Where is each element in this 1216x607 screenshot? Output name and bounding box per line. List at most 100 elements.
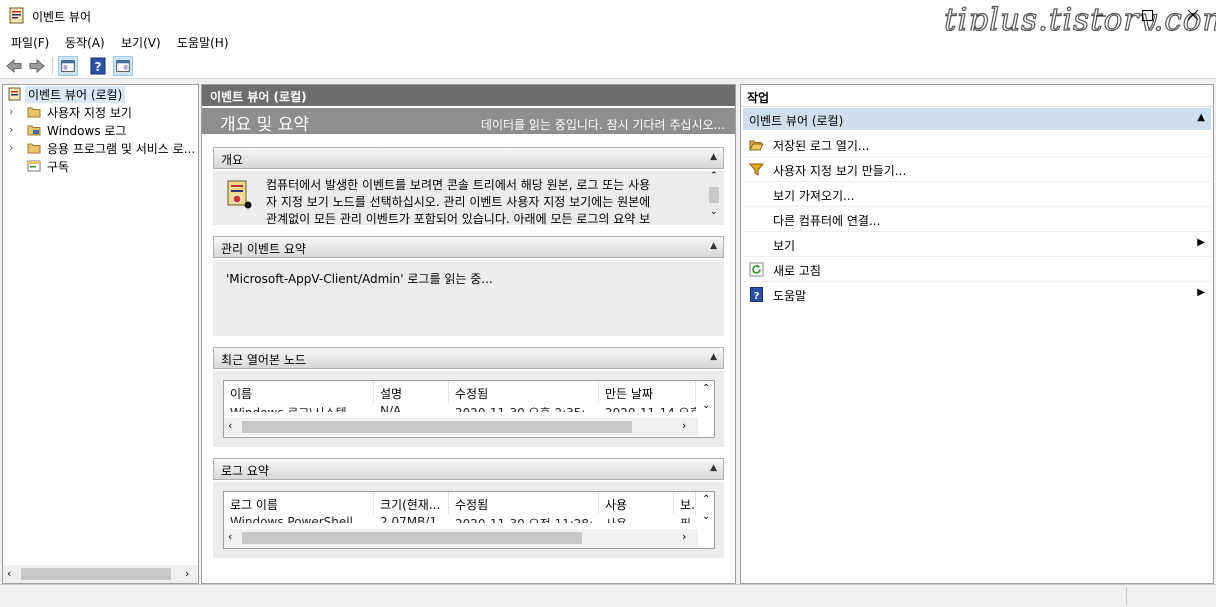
expand-arrow-icon[interactable]: ›	[9, 105, 19, 118]
scroll-right-icon[interactable]: ›	[185, 567, 189, 580]
help-icon: ?	[750, 287, 763, 302]
column-header[interactable]: 보...	[674, 492, 696, 514]
menu-file[interactable]: 파일(F)	[11, 34, 49, 51]
collapse-icon[interactable]: ▲	[710, 352, 717, 362]
overview-body: 컴퓨터에서 발생한 이벤트를 보려면 콘솔 트리에서 해당 원본, 로그 또는 …	[213, 171, 724, 226]
forward-arrow-icon[interactable]	[27, 56, 47, 76]
expand-arrow-icon[interactable]: ›	[9, 123, 19, 136]
scroll-down-icon[interactable]: ⌄	[702, 511, 710, 522]
grid-vertical-scrollbar[interactable]: ⌃ ⌄	[698, 492, 714, 529]
actions-pane: 작업 이벤트 뷰어 (로컬) ▲ 저장된 로그 열기... 사용자 지정 보기 …	[740, 84, 1214, 584]
admin-events-status: 'Microsoft-AppV-Client/Admin' 로그를 읽는 중..…	[226, 272, 493, 286]
collapse-icon[interactable]: ▲	[710, 241, 717, 251]
scroll-down-icon[interactable]: ⌄	[710, 207, 718, 217]
menu-action[interactable]: 동작(A)	[65, 34, 105, 51]
folder-icon	[27, 107, 41, 118]
grid-horizontal-scrollbar[interactable]: ‹ ›	[224, 529, 698, 547]
tree-item-apps-services[interactable]: › 응용 프로그램 및 서비스 로...	[3, 139, 198, 157]
folder-open-icon	[749, 140, 764, 151]
maximize-button[interactable]	[1124, 0, 1170, 31]
table-cell: 사용	[599, 515, 674, 523]
status-divider	[1126, 587, 1127, 605]
scroll-right-icon[interactable]: ›	[682, 419, 686, 432]
action-import-view[interactable]: 보기 가져오기...	[743, 182, 1211, 207]
show-console-tree-icon[interactable]	[58, 56, 78, 76]
expand-arrow-icon[interactable]: ›	[9, 141, 19, 154]
scroll-left-icon[interactable]: ‹	[7, 567, 11, 580]
event-viewer-app-icon	[9, 7, 24, 24]
recent-nodes-title: 최근 열어본 노드	[221, 353, 306, 367]
tree-item-label: 구독	[47, 160, 70, 174]
toolbar-separator	[52, 57, 53, 75]
minimize-button[interactable]	[1078, 0, 1124, 31]
table-row[interactable]: Windows 로그\시스템 N/A 2020-11-30 오후 2:35:..…	[224, 404, 696, 413]
tree-item-windows-logs[interactable]: › Windows 로그	[3, 121, 198, 139]
tree-horizontal-scrollbar[interactable]: ‹ ›	[3, 565, 198, 583]
console-tree: 이벤트 뷰어 (로컬) › 사용자 지정 보기 › Windows 로그 › 응…	[2, 84, 199, 584]
show-action-pane-icon[interactable]	[113, 56, 133, 76]
scroll-thumb[interactable]	[709, 187, 719, 203]
column-header[interactable]: 이름	[224, 381, 374, 403]
column-header[interactable]: 설명	[374, 381, 449, 403]
scroll-down-icon[interactable]: ⌄	[702, 400, 710, 411]
action-help[interactable]: ? 도움말 ▶	[743, 282, 1211, 307]
toolbar: ?	[0, 53, 1216, 79]
table-row[interactable]: Windows PowerShell 2.07MB/1... 2020-11-3…	[224, 515, 696, 524]
recent-nodes-body: 이름 설명 수정됨 만든 날짜 Windows 로그\시스템 N/A 2020-…	[213, 371, 724, 447]
column-header[interactable]: 수정됨	[449, 381, 599, 403]
menu-view[interactable]: 보기(V)	[121, 34, 161, 51]
table-cell: 2020-11-30 오후 2:35:...	[449, 404, 599, 412]
menu-bar: 파일(F) 동작(A) 보기(V) 도움말(H)	[0, 31, 1216, 53]
actions-group-title: 이벤트 뷰어 (로컬)	[749, 114, 844, 128]
action-label: 저장된 로그 열기...	[773, 139, 870, 153]
column-header[interactable]: 수정됨	[449, 492, 599, 514]
overview-section-header[interactable]: 개요 ▲	[213, 147, 724, 169]
overview-line: 관계없이 모든 관리 이벤트가 포함되어 있습니다. 아래에 모든 로그의 요약…	[266, 212, 651, 226]
action-create-custom-view[interactable]: 사용자 지정 보기 만들기...	[743, 157, 1211, 182]
scroll-left-icon[interactable]: ‹	[228, 419, 232, 432]
tree-item-subscriptions[interactable]: 구독	[3, 157, 198, 175]
admin-events-section-header[interactable]: 관리 이벤트 요약 ▲	[213, 236, 724, 258]
scroll-up-icon[interactable]: ⌃	[710, 171, 718, 181]
scroll-thumb[interactable]	[21, 568, 171, 580]
action-refresh[interactable]: 새로 고침	[743, 257, 1211, 282]
close-button[interactable]	[1170, 0, 1216, 31]
column-header[interactable]: 크기(현재...	[374, 492, 449, 514]
scroll-thumb[interactable]	[242, 532, 582, 544]
column-header[interactable]: 로그 이름	[224, 492, 374, 514]
overview-line: 컴퓨터에서 발생한 이벤트를 보려면 콘솔 트리에서 해당 원본, 로그 또는 …	[266, 178, 651, 192]
grid-vertical-scrollbar[interactable]: ⌃ ⌄	[698, 381, 714, 418]
back-arrow-icon[interactable]	[4, 56, 24, 76]
action-open-saved-log[interactable]: 저장된 로그 열기...	[743, 132, 1211, 157]
tree-item-label: 사용자 지정 보기	[47, 106, 132, 120]
collapse-icon[interactable]: ▲	[710, 463, 717, 473]
svg-text:?: ?	[95, 60, 102, 74]
scroll-left-icon[interactable]: ‹	[228, 530, 232, 543]
scroll-right-icon[interactable]: ›	[682, 530, 686, 543]
action-view[interactable]: 보기 ▶	[743, 232, 1211, 257]
folder-icon	[27, 143, 41, 154]
scroll-up-icon[interactable]: ⌃	[702, 494, 710, 505]
column-header[interactable]: 만든 날짜	[599, 381, 696, 403]
log-summary-grid: 로그 이름 크기(현재... 수정됨 사용 보... Windows Power…	[223, 491, 715, 549]
scroll-up-icon[interactable]: ⌃	[702, 383, 710, 394]
tree-root-label: 이벤트 뷰어 (로컬)	[25, 86, 126, 103]
actions-group-header[interactable]: 이벤트 뷰어 (로컬) ▲	[743, 108, 1211, 130]
menu-help[interactable]: 도움말(H)	[177, 34, 229, 51]
action-label: 새로 고침	[773, 264, 821, 278]
overview-vertical-scrollbar[interactable]: ⌃ ⌄	[707, 171, 721, 221]
action-connect-computer[interactable]: 다른 컴퓨터에 연결...	[743, 207, 1211, 232]
tree-root[interactable]: 이벤트 뷰어 (로컬)	[3, 85, 198, 103]
center-header-title: 이벤트 뷰어 (로컬)	[210, 90, 307, 104]
window-title: 이벤트 뷰어	[32, 10, 92, 24]
help-icon[interactable]: ?	[88, 56, 108, 76]
grid-horizontal-scrollbar[interactable]: ‹ ›	[224, 418, 698, 436]
svg-text:?: ?	[754, 291, 760, 302]
recent-nodes-section-header[interactable]: 최근 열어본 노드 ▲	[213, 347, 724, 369]
collapse-icon[interactable]: ▲	[1197, 112, 1205, 123]
log-summary-section-header[interactable]: 로그 요약 ▲	[213, 458, 724, 480]
scroll-thumb[interactable]	[242, 421, 632, 433]
collapse-icon[interactable]: ▲	[710, 152, 717, 162]
column-header[interactable]: 사용	[599, 492, 674, 514]
tree-item-custom-views[interactable]: › 사용자 지정 보기	[3, 103, 198, 121]
